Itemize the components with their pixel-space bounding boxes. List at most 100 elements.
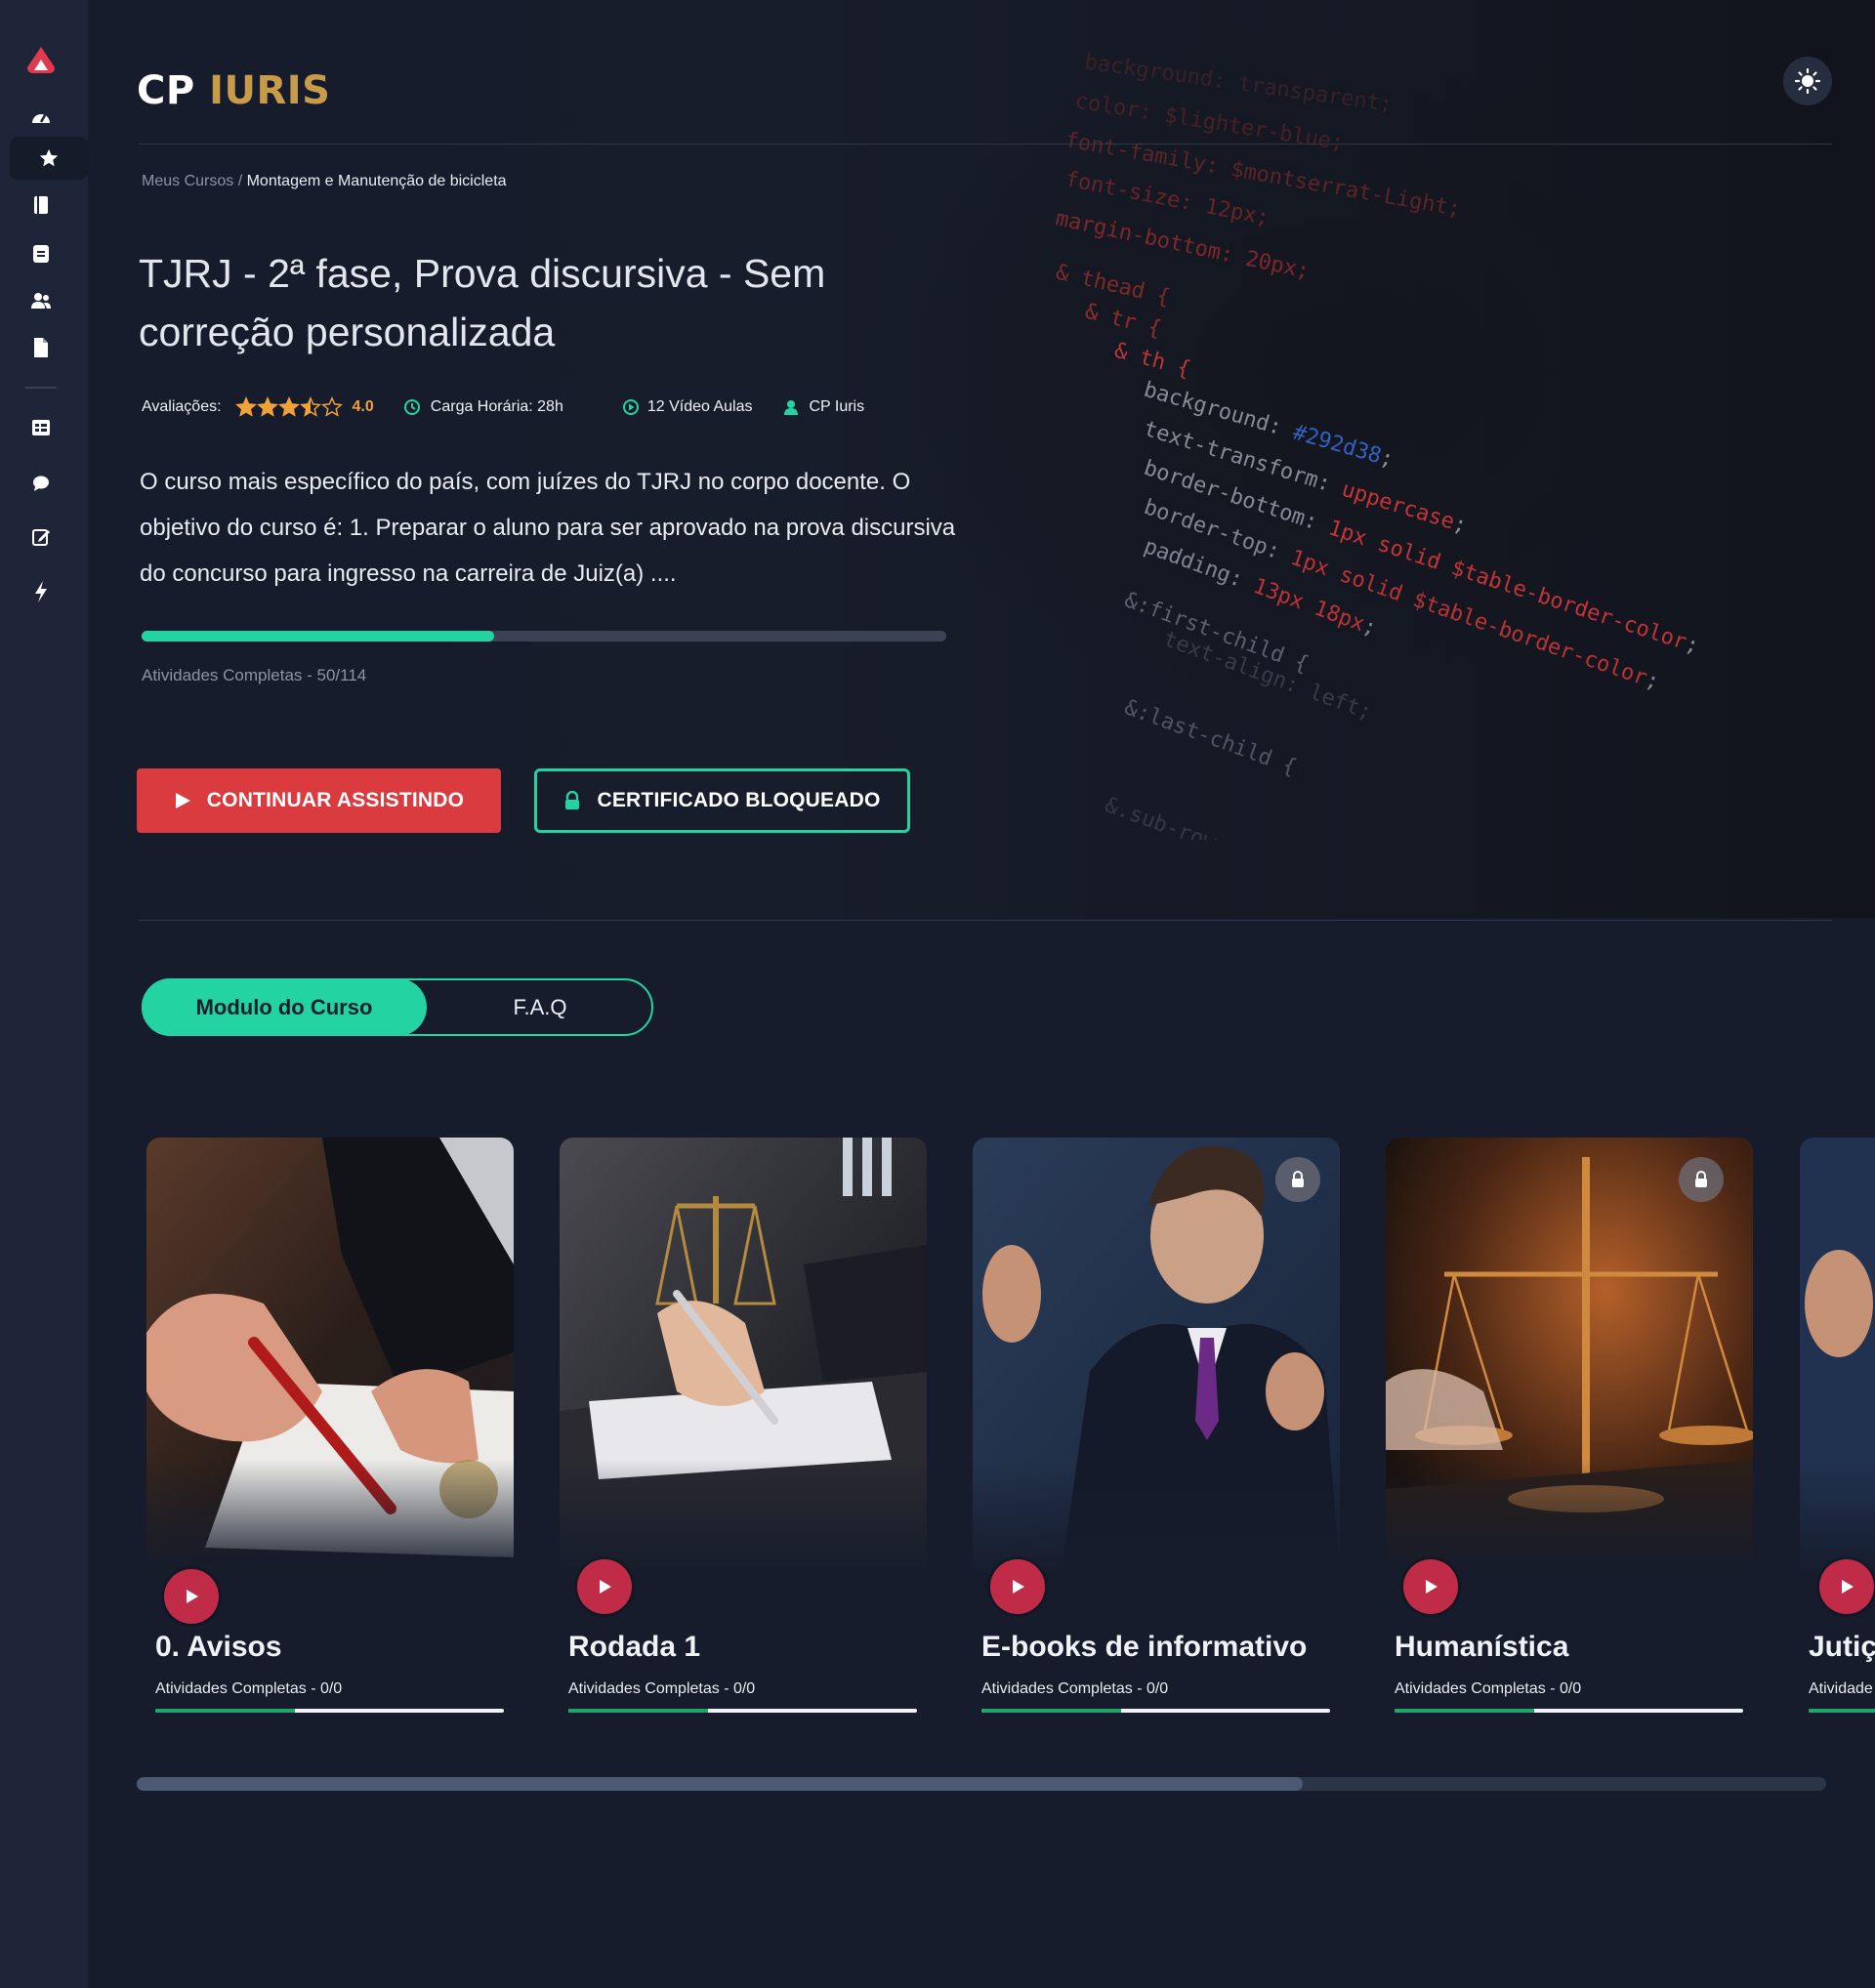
- notes-icon[interactable]: [20, 232, 62, 275]
- course-description: O curso mais específico do país, com juí…: [140, 469, 956, 587]
- svg-text:& thead {: & thead {: [1054, 260, 1173, 310]
- module-lock-badge: [1275, 1157, 1320, 1202]
- svg-text:padding: 13px 18px;: padding: 13px 18px;: [1141, 534, 1380, 642]
- module-progress-label: Atividades Completas - 0/0: [568, 1680, 756, 1697]
- module-title: Humanística: [1395, 1631, 1569, 1663]
- course-meta: Avaliações: 4.0 Carga Horária: 28h 12 Ví…: [142, 394, 864, 420]
- module-progress-label: Atividades Completas - 0/0: [1395, 1680, 1582, 1697]
- video-count-item: 12 Vídeo Aulas: [622, 398, 753, 416]
- course-tabs: Modulo do Curso F.A.Q: [142, 978, 653, 1036]
- course-progress-label: Atividades Completas - 50/114: [142, 666, 367, 684]
- workload-item: Carga Horária: 28h: [403, 398, 563, 416]
- theme-toggle-button[interactable]: [1783, 57, 1832, 105]
- module-play-button[interactable]: [577, 1559, 632, 1614]
- breadcrumb-current: Montagem e Manutenção de bicicleta: [246, 173, 507, 189]
- module-image-scales-of-justice: [560, 1138, 927, 1577]
- module-image-businessman: [973, 1138, 1340, 1577]
- module-card[interactable]: E-books de informativo Atividades Comple…: [973, 1138, 1340, 1723]
- svg-text:font-size: 12px;: font-size: 12px;: [1063, 167, 1271, 230]
- video-count-text: 12 Vídeo Aulas: [646, 398, 753, 415]
- play-icon: [1842, 1580, 1854, 1594]
- chat-icon[interactable]: [20, 462, 62, 505]
- svg-text:background: #292d38;: background: #292d38;: [1141, 378, 1396, 473]
- module-play-button[interactable]: [164, 1569, 219, 1624]
- play-icon: [187, 1590, 198, 1603]
- module-play-button[interactable]: [990, 1559, 1045, 1614]
- module-carousel: 0. Avisos Atividades Completas - 0/0 Rod…: [0, 1138, 1875, 1723]
- course-progress-fill: [142, 631, 495, 642]
- module-card[interactable]: 0. Avisos Atividades Completas - 0/0: [146, 1138, 514, 1723]
- play-icon: [174, 792, 191, 809]
- module-image-businessman-partial: [1800, 1138, 1875, 1577]
- edit-icon[interactable]: [20, 516, 62, 559]
- module-progress-fill: [155, 1709, 295, 1713]
- header-divider: [139, 144, 1832, 145]
- tab-course-modules[interactable]: Modulo do Curso: [142, 978, 427, 1036]
- play-icon: [600, 1580, 611, 1594]
- users-icon[interactable]: [20, 279, 62, 322]
- logo-text-iuris: IURIS: [209, 68, 331, 113]
- module-progress-bar: [568, 1709, 917, 1713]
- continue-watching-button[interactable]: CONTINUAR ASSISTINDO: [137, 768, 501, 833]
- workload-text: Carga Horária: 28h: [430, 398, 563, 415]
- module-progress-fill: [981, 1709, 1121, 1713]
- logo-text-cp: CP: [137, 68, 195, 113]
- document-icon[interactable]: [20, 326, 62, 369]
- module-play-button[interactable]: [1403, 1559, 1458, 1614]
- app-logo[interactable]: CP IURIS: [137, 68, 330, 113]
- svg-text:color: $lighter-blue;: color: $lighter-blue;: [1073, 89, 1346, 155]
- lightning-icon[interactable]: [20, 570, 62, 613]
- breadcrumb-parent-link[interactable]: Meus Cursos: [142, 173, 233, 189]
- module-title: 0. Avisos: [155, 1631, 282, 1663]
- code-background-image: background: transparent; color: $lighter…: [1054, 50, 1702, 840]
- breadcrumb-separator: /: [233, 173, 247, 189]
- breadcrumb: Meus Cursos / Montagem e Manutenção de b…: [142, 173, 507, 190]
- module-card[interactable]: Humanística Atividades Completas - 0/0: [1386, 1138, 1753, 1723]
- svg-text:text-transform: uppercase;: text-transform: uppercase;: [1141, 417, 1470, 539]
- module-lock-badge: [1679, 1157, 1724, 1202]
- play-icon: [1013, 1580, 1024, 1594]
- section-divider: [139, 920, 1832, 921]
- module-progress-bar: [1395, 1709, 1743, 1713]
- module-image-signing-document: [146, 1138, 514, 1577]
- carousel-scrollbar[interactable]: [137, 1777, 1826, 1791]
- module-image-bronze-scales: [1386, 1138, 1753, 1577]
- certificate-label: CERTIFICADO BLOQUEADO: [597, 789, 881, 811]
- module-progress-fill: [1395, 1709, 1534, 1713]
- star-icon[interactable]: [10, 137, 88, 180]
- user-icon: [783, 400, 798, 415]
- dashboard-icon[interactable]: [20, 96, 62, 139]
- module-card[interactable]: Jutiç Atividade: [1800, 1138, 1875, 1723]
- module-progress-fill: [1809, 1709, 1875, 1713]
- book-icon[interactable]: [20, 184, 62, 227]
- module-title: E-books de informativo: [981, 1631, 1308, 1663]
- svg-text:text-align: left;: text-align: left;: [1160, 627, 1375, 725]
- module-play-button[interactable]: [1819, 1559, 1874, 1614]
- logo-icon[interactable]: [20, 39, 62, 82]
- svg-text:& th {: & th {: [1111, 339, 1192, 383]
- certificate-locked-button[interactable]: CERTIFICADO BLOQUEADO: [534, 768, 910, 833]
- svg-text:margin-bottom: 20px;: margin-bottom: 20px;: [1054, 206, 1312, 284]
- star-empty-icon: [320, 396, 343, 417]
- author-item: CP Iuris: [782, 398, 865, 416]
- sun-icon: [1794, 67, 1821, 95]
- module-progress-bar: [981, 1709, 1330, 1713]
- table-icon[interactable]: [20, 406, 62, 449]
- tab-faq[interactable]: F.A.Q: [427, 978, 653, 1036]
- svg-text:&:first-child {: &:first-child {: [1121, 588, 1312, 677]
- module-progress-fill: [568, 1709, 708, 1713]
- star-filled-icon: [256, 396, 278, 417]
- lock-icon: [1695, 1171, 1707, 1187]
- module-card[interactable]: Rodada 1 Atividades Completas - 0/0: [560, 1138, 927, 1723]
- module-progress-label: Atividades Completas - 0/0: [155, 1680, 343, 1697]
- module-progress-bar: [155, 1709, 504, 1713]
- rating-label: Avaliações:: [142, 398, 222, 415]
- module-progress-bar: [1809, 1709, 1875, 1713]
- continue-watching-label: CONTINUAR ASSISTINDO: [206, 789, 465, 811]
- play-circle-icon: [622, 399, 639, 415]
- carousel-scrollbar-thumb[interactable]: [137, 1777, 1303, 1791]
- lock-icon: [563, 791, 581, 810]
- svg-text:&:last-child {: &:last-child {: [1121, 695, 1300, 780]
- rating-stars: [234, 396, 343, 418]
- author-text: CP Iuris: [809, 398, 865, 415]
